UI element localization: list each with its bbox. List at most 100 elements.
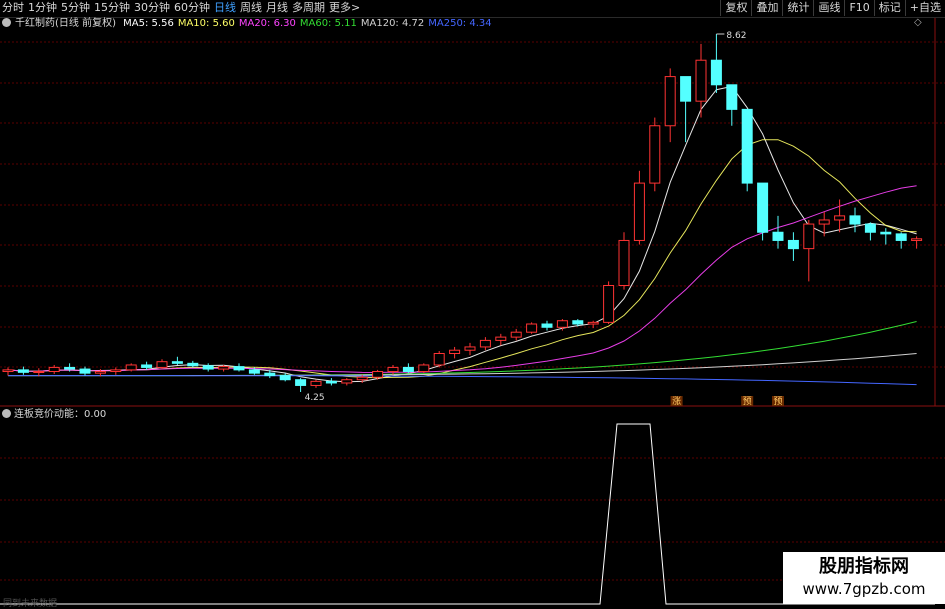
candle-body-45 [695,59,707,102]
candle-body-59 [911,238,923,241]
high-label: 8.62 [726,31,746,41]
candle-body-0 [2,369,14,373]
candle-body-3 [48,366,60,373]
watermark-url: www.7gpzb.com [802,580,926,598]
toolbar: 分时 1分钟 5分钟 15分钟 30分钟 60分钟 日线 周线 月线 多周期 更多> 复权 叠加 统计画… [0,0,945,18]
candle-body-36 [556,320,568,328]
candle-body-16 [248,369,260,374]
candle-body-41 [633,182,645,241]
candle-body-47 [726,84,738,110]
candle-body-15 [233,366,245,371]
candle-body-5 [79,368,91,374]
candle-body-26 [402,366,414,373]
indicator-label: 连板竞价动能：0.00 [14,409,107,420]
candle-body-20 [310,380,322,386]
candle-body-50 [772,231,784,241]
candle-body-34 [526,323,538,333]
candle-body-37 [572,320,584,325]
watermark-title: 股朋指标网 [819,556,909,577]
period-tab-9[interactable]: 多周期 [292,0,325,16]
ma-line-20 [7,185,917,374]
signal-mark-2: 预 [773,396,782,407]
candle-body-9 [141,364,153,368]
ma-line-250 [8,375,917,386]
watermark: 股朋指标网 www.7gpzb.com [783,552,945,604]
period-tab-8[interactable]: 月线 [266,0,288,16]
candle-body-27 [418,364,430,373]
candle-body-14 [218,366,230,370]
period-tab-10[interactable]: 更多> [329,0,360,16]
ma-legend-item-5: MA250: 4.34 [428,18,492,29]
indicator-dot-icon[interactable] [2,409,11,418]
candle-body-48 [741,108,753,184]
candle-body-57 [880,231,892,235]
tool-button-4[interactable]: F10 [844,0,873,16]
period-tab-2[interactable]: 5分钟 [61,0,90,16]
candle-body-32 [495,336,507,341]
candle-body-42 [649,125,661,184]
candle-body-22 [341,379,353,384]
ma-legend-item-3: MA60: 5.11 [299,18,357,29]
candle-body-31 [479,339,491,348]
candle-body-58 [895,233,907,241]
tool-button-3[interactable]: 画线 [813,0,844,16]
period-tab-4[interactable]: 30分钟 [134,0,170,16]
tool-button-2[interactable]: 统计 [782,0,813,16]
period-tab-7[interactable]: 周线 [240,0,262,16]
candle-body-1 [17,369,29,373]
candle-body-33 [510,331,522,338]
period-tab-6[interactable]: 日线 [214,0,236,16]
tool-button-5[interactable]: 标记 [873,0,905,16]
candle-body-18 [279,375,291,381]
candle-body-39 [603,285,615,323]
candle-body-10 [156,361,168,368]
period-tabs: 分时 1分钟 5分钟 15分钟 30分钟 60分钟 日线 周线 月线 多周期 更多> [2,0,364,16]
candle-body-38 [587,321,599,325]
period-tab-3[interactable]: 15分钟 [94,0,130,16]
tool-button-6[interactable]: +自选 [904,0,945,16]
indicator-info: 连板竞价动能：0.00 [2,408,106,422]
stock-title: 千红制药(日线 前复权) [15,18,116,29]
period-tab-5[interactable]: 60分钟 [174,0,210,16]
candle-body-49 [757,182,769,233]
main-chart-info: 千红制药(日线 前复权) MA5: 5.56 MA10: 5.60 MA20: 6.… [2,17,500,31]
candle-body-52 [803,223,815,250]
candle-body-29 [449,349,461,354]
low-label: 4.25 [305,393,325,403]
candle-body-28 [433,352,445,366]
candle-body-2 [33,371,45,374]
candle-body-13 [202,365,214,370]
candle-body-46 [710,59,722,86]
candle-body-8 [125,364,137,371]
candle-body-12 [187,362,199,367]
ma-legend-item-4: MA120: 4.72 [360,18,425,29]
candle-body-43 [664,76,676,127]
signal-mark-1: 预 [743,396,752,407]
chart-canvas[interactable]: 8.62 4.25 涨 预 预 [0,0,945,609]
diamond-icon[interactable]: ◇ [914,17,922,28]
tool-button-0[interactable]: 复权 [720,0,751,16]
ma-legend-item-2: MA20: 6.30 [238,18,296,29]
candle-body-35 [541,323,553,328]
ma-legend-item-1: MA10: 5.60 [177,18,235,29]
candle-body-53 [818,219,830,225]
period-tab-1[interactable]: 1分钟 [28,0,57,16]
candle-body-25 [387,366,399,373]
candle-body-21 [325,380,337,384]
candle-body-40 [618,239,630,287]
candle-body-23 [356,376,368,381]
candle-body-24 [372,371,384,378]
candle-body-7 [110,369,122,373]
settings-dot-icon[interactable] [2,18,11,27]
period-tab-0[interactable]: 分时 [2,0,24,16]
tool-button-1[interactable]: 叠加 [751,0,782,16]
right-tools: 复权 叠加 统计 画线 F10 标记 +自选 [720,0,945,16]
candle-body-6 [94,371,106,374]
candle-body-17 [264,372,276,377]
candle-body-4 [64,366,76,370]
candle-body-51 [787,239,799,250]
candle-body-56 [864,223,876,233]
candle-body-44 [680,76,692,102]
candle-body-54 [834,215,846,221]
candle-body-55 [849,215,861,225]
